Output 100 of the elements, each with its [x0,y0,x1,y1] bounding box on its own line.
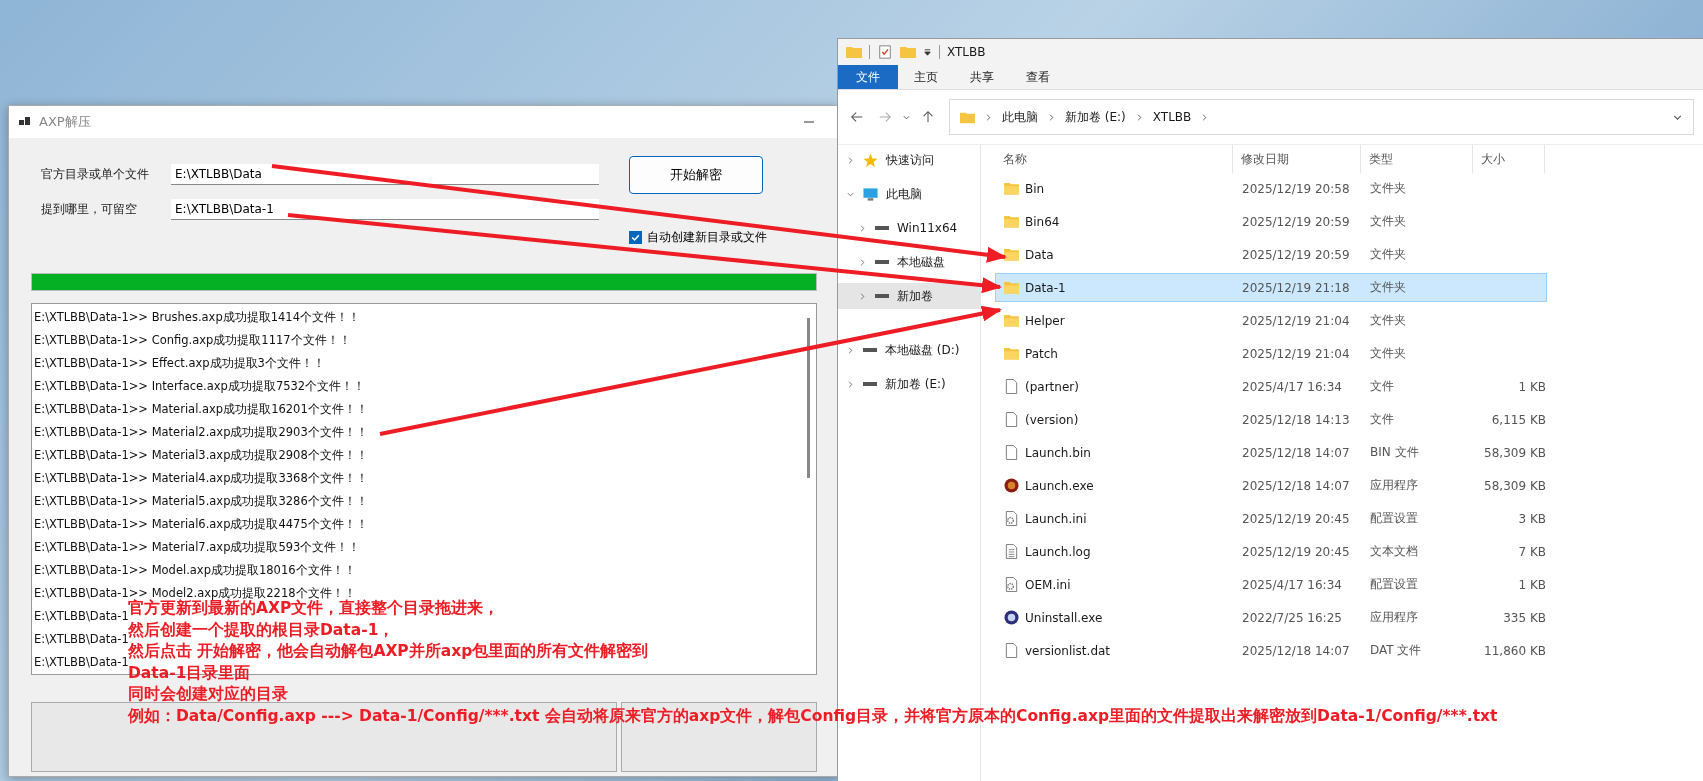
settings-file-icon [1004,577,1019,592]
file-date: 2025/12/19 21:04 [1241,346,1351,361]
breadcrumb-item[interactable]: XTLBB [1152,110,1192,124]
scrollbar[interactable] [807,318,810,478]
chevron-right-icon[interactable] [1047,112,1056,122]
file-name: Helper [1025,313,1065,328]
field-label: 官方目录或单个文件 [40,166,150,183]
annotation-text: Data-1目录里面 [128,662,251,684]
file-row[interactable]: Launch.ini 2025/12/19 20:45 配置设置 3 KB [995,504,1547,533]
file-row[interactable]: Data 2025/12/19 20:59 文件夹 [995,240,1547,269]
ribbon-tab[interactable]: 主页 [898,65,954,89]
sidebar-item[interactable]: 本地磁盘 [838,249,980,275]
folder-icon[interactable] [846,45,862,59]
chevron-right-icon[interactable] [846,155,855,165]
annotation-text: 例如：Data/Config.axp ---> Data-1/Config/***.txt 会自动将原来官方的axp文件，解包Config目录，并将官方原本的Config.axp里面的文件提取出来解密放到Data-1/Config/***.txt [128,705,1498,727]
file-row[interactable]: Data-1 2025/12/19 21:18 文件夹 [995,273,1547,302]
monitor-icon [863,186,878,202]
sidebar-item[interactable]: 新加卷 [838,283,980,309]
checkmark-icon [630,232,641,243]
file-row[interactable]: Bin 2025/12/19 20:58 文件夹 [995,174,1547,203]
chevron-right-icon[interactable] [846,345,855,355]
file-type: 文件夹 [1369,213,1407,230]
log-line: E:\XTLBB\Data-1>> Material7.axp成功提取593个文件！！ [33,539,361,556]
file-row[interactable]: Launch.exe 2025/12/18 14:07 应用程序 58,309 KB [995,471,1547,500]
chevron-right-icon[interactable] [1200,112,1210,122]
folder-icon [1004,280,1019,295]
file-row[interactable]: (partner) 2025/4/17 16:34 文件 1 KB [995,372,1547,401]
annotation-text: 然后点击 开始解密，他会自动解包AXP并所axp包里面的所有文件解密到 [128,641,649,662]
file-type: 文件 [1369,411,1395,428]
chevron-right-icon[interactable] [858,257,867,267]
file-date: 2025/12/18 14:13 [1241,412,1351,427]
forward-arrow-icon[interactable] [878,110,892,124]
back-arrow-icon[interactable] [850,110,864,124]
column-header[interactable]: 类型 [1361,145,1473,173]
sidebar-item[interactable]: 快速访问 [838,147,980,173]
file-name: Launch.exe [1025,478,1094,493]
address-bar[interactable]: 此电脑 新加卷 (E:) XTLBB [949,99,1694,135]
drive-icon [863,382,877,386]
file-name: Bin [1025,181,1045,196]
file-row[interactable]: Uninstall.exe 2022/7/25 16:25 应用程序 335 KB [995,603,1547,632]
file-date: 2022/7/25 16:25 [1241,610,1343,625]
file-name: Patch [1025,346,1058,361]
chevron-right-icon[interactable] [984,112,993,122]
ribbon-tab[interactable]: 查看 [1010,65,1066,89]
file-name: (version) [1025,412,1079,427]
file-row[interactable]: versionlist.dat 2025/12/18 14:07 DAT 文件 11,860 KB [995,636,1547,665]
file-row[interactable]: (version) 2025/12/18 14:13 文件 6,115 KB [995,405,1547,434]
sidebar-item[interactable]: 新加卷 (E:) [838,371,980,397]
dropdown-icon[interactable] [923,47,932,57]
file-type: 文件夹 [1369,279,1407,296]
file-date: 2025/12/19 20:45 [1241,511,1351,526]
file-type: 文件夹 [1369,312,1407,329]
file-type: DAT 文件 [1369,642,1423,659]
file-type: 配置设置 [1369,576,1419,593]
file-row[interactable]: Helper 2025/12/19 21:04 文件夹 [995,306,1547,335]
ribbon-tab[interactable]: 共享 [954,65,1010,89]
file-size: 58,309 KB [1483,445,1546,460]
folder-icon[interactable] [900,45,916,59]
folder-icon [1004,181,1019,196]
chevron-right-icon[interactable] [846,379,855,389]
file-size: 1 KB [1517,577,1546,592]
file-name: Data-1 [1025,280,1066,295]
sidebar-item[interactable]: Win11x64 [838,215,980,241]
sidebar-item[interactable]: 本地磁盘 (D:) [838,337,980,363]
file-row[interactable]: Patch 2025/12/19 21:04 文件夹 [995,339,1547,368]
file-type: 文件夹 [1369,246,1407,263]
file-type: 应用程序 [1369,477,1419,494]
file-date: 2025/12/19 20:59 [1241,214,1351,229]
breadcrumb-item[interactable]: 新加卷 (E:) [1065,108,1126,126]
start-button[interactable]: 开始解密 [629,156,763,194]
breadcrumb-item[interactable]: 此电脑 [1002,108,1038,126]
file-row[interactable]: Launch.bin 2025/12/18 14:07 BIN 文件 58,309 KB [995,438,1547,467]
file-row[interactable]: Bin64 2025/12/19 20:59 文件夹 [995,207,1547,236]
file-type: 文件 [1369,378,1395,395]
file-name: (partner) [1025,379,1079,394]
input-field[interactable]: E:\XTLBB\Data [171,164,599,185]
column-header[interactable]: 名称 [995,145,1233,173]
file-size: 58,309 KB [1483,478,1546,493]
column-header[interactable]: 大小 [1473,145,1545,173]
chevron-right-icon[interactable] [858,223,867,233]
file-row[interactable]: Launch.log 2025/12/19 20:45 文本文档 7 KB [995,537,1547,566]
file-row[interactable]: OEM.ini 2025/4/17 16:34 配置设置 1 KB [995,570,1547,599]
chevron-right-icon[interactable] [858,291,867,301]
input-field[interactable]: E:\XTLBB\Data-1 [171,199,599,220]
file-name: Bin64 [1025,214,1060,229]
folder-icon [1004,214,1019,229]
drive-icon [863,348,877,352]
checkbox-label[interactable]: 自动创建新目录或文件 [647,229,767,246]
up-arrow-icon[interactable] [921,110,935,124]
log-line: E:\XTLBB\Data-1>> Config.axp成功提取1117个文件！！ [33,332,351,349]
file-type: 文件夹 [1369,345,1407,362]
ribbon-tab[interactable]: 文件 [838,65,898,89]
column-header[interactable]: 修改日期 [1233,145,1361,173]
checklist-icon[interactable] [877,45,893,59]
sidebar-item[interactable]: 此电脑 [838,181,980,207]
checkbox[interactable] [629,231,642,244]
settings-file-icon [1004,511,1019,526]
drive-icon [875,260,889,264]
text-file-icon [1004,544,1019,559]
file-name: versionlist.dat [1025,643,1111,658]
